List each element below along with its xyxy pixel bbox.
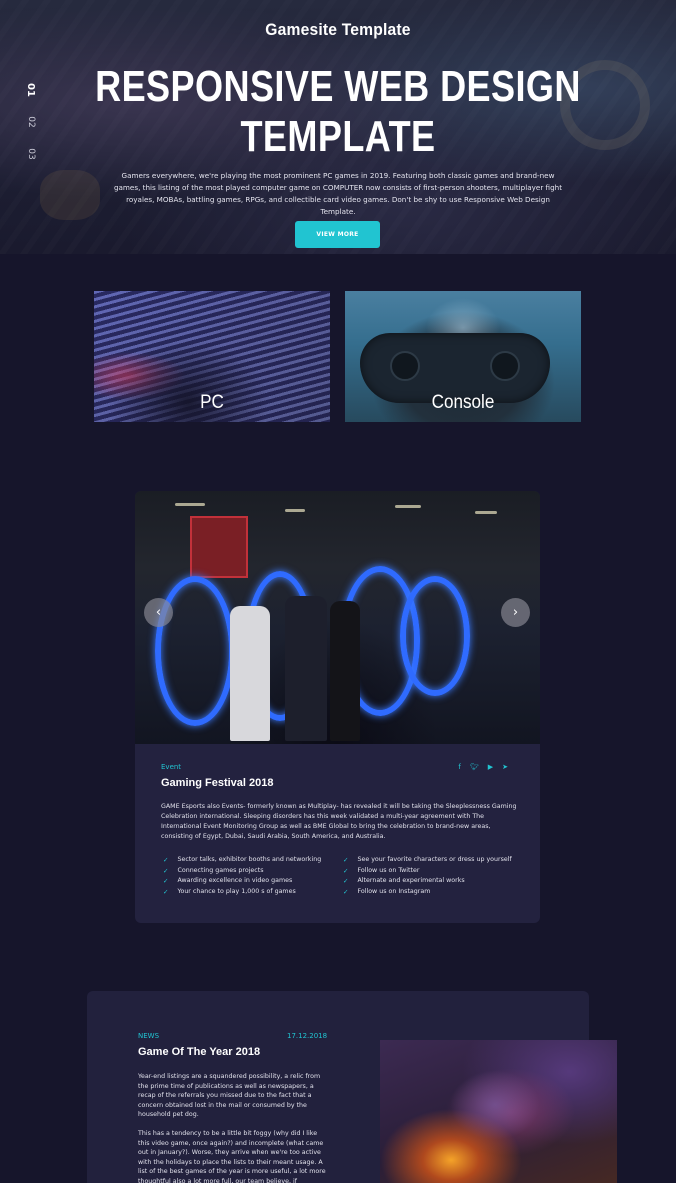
- event-category[interactable]: Event: [161, 763, 181, 771]
- chevron-right-icon: ›: [512, 605, 519, 620]
- news-paragraph: Year-end listings are a squandered possi…: [138, 1073, 321, 1119]
- news-date: 17.12.2018: [287, 1032, 328, 1040]
- slide-number-2[interactable]: 02: [20, 114, 36, 130]
- telegram-icon[interactable]: ➤: [502, 763, 508, 771]
- hero-heading-line2: TEMPLATE: [240, 112, 436, 161]
- event-features-left: ✓ Sector talks, exhibitor booths and netw…: [163, 855, 321, 898]
- list-item: ✓ See your favorite characters or dress u…: [343, 855, 512, 866]
- list-item-text: Your chance to play 1,000 s of games: [177, 888, 296, 896]
- twitter-icon[interactable]: 🐦︎: [470, 763, 479, 771]
- view-more-button[interactable]: VIEW MORE: [295, 221, 380, 248]
- person-figure: [285, 596, 327, 741]
- person-figure: [230, 606, 270, 741]
- event-card: ‹ › Event f 🐦︎ ▶ ➤ Gaming Festival 2018 …: [135, 491, 540, 923]
- check-icon: ✓: [343, 866, 349, 875]
- list-item: ✓ Sector talks, exhibitor booths and netw…: [163, 855, 321, 866]
- check-icon: ✓: [343, 888, 349, 897]
- red-sign: [190, 516, 248, 578]
- ceiling-light: [475, 511, 497, 514]
- news-paragraph: This has a tendency to be a little bit f…: [138, 1130, 326, 1183]
- check-icon: ✓: [163, 877, 169, 886]
- check-icon: ✓: [163, 888, 169, 897]
- list-item-text: Awarding excellence in video games: [177, 877, 293, 885]
- site-title[interactable]: Gamesite Template: [27, 20, 649, 40]
- social-links: f 🐦︎ ▶ ➤: [458, 763, 508, 771]
- list-item: ✓ Follow us on Instagram: [343, 887, 512, 898]
- list-item: ✓ Alternate and experimental works: [343, 876, 512, 887]
- ceiling-light: [285, 509, 305, 512]
- event-slider-image: ‹ ›: [135, 491, 540, 744]
- person-figure: [330, 601, 360, 741]
- event-features-right: ✓ See your favorite characters or dress u…: [343, 855, 512, 898]
- slider-prev-button[interactable]: ‹: [144, 598, 173, 627]
- list-item: ✓ Your chance to play 1,000 s of games: [163, 887, 321, 898]
- list-item-text: Alternate and experimental works: [357, 877, 465, 885]
- category-label: PC: [200, 392, 224, 413]
- hero-heading: RESPONSIVE WEB DESIGN TEMPLATE: [61, 62, 615, 162]
- list-item: ✓ Connecting games projects: [163, 866, 321, 877]
- hero-heading-line1: RESPONSIVE WEB DESIGN: [95, 62, 581, 111]
- check-icon: ✓: [343, 856, 349, 864]
- facebook-icon[interactable]: f: [458, 763, 460, 771]
- hero-background-art-detail: [40, 170, 100, 220]
- list-item-text: Follow us on Twitter: [357, 866, 420, 874]
- category-label: Console: [431, 392, 495, 413]
- ceiling-light: [175, 503, 205, 506]
- ceiling-light: [395, 505, 421, 508]
- list-item-text: Connecting games projects: [177, 866, 264, 874]
- news-category[interactable]: NEWS: [138, 1032, 159, 1040]
- event-title[interactable]: Gaming Festival 2018: [161, 777, 274, 789]
- check-icon: ✓: [163, 856, 169, 864]
- slide-number-1[interactable]: 01: [20, 82, 36, 98]
- event-description: GAME Esports also Events- formerly known…: [161, 803, 517, 840]
- slide-number-3[interactable]: 03: [20, 146, 36, 162]
- list-item-text: Sector talks, exhibitor booths and netwo…: [177, 856, 322, 863]
- slider-next-button[interactable]: ›: [501, 598, 530, 627]
- list-item: ✓ Awarding excellence in video games: [163, 876, 321, 887]
- list-item: ✓ Follow us on Twitter: [343, 866, 512, 877]
- list-item-text: See your favorite characters or dress up…: [357, 856, 512, 863]
- category-card-pc[interactable]: PC: [94, 291, 330, 422]
- news-title[interactable]: Game Of The Year 2018: [138, 1046, 260, 1058]
- slide-pagination: 01 02 03: [20, 82, 36, 178]
- hero-description: Gamers everywhere, we're playing the mos…: [113, 171, 563, 216]
- check-icon: ✓: [343, 877, 349, 886]
- category-card-console[interactable]: Console: [345, 291, 581, 422]
- neon-ring: [155, 576, 235, 726]
- list-item-text: Follow us on Instagram: [357, 888, 431, 896]
- youtube-icon[interactable]: ▶: [488, 763, 493, 771]
- chevron-left-icon: ‹: [155, 605, 162, 620]
- check-icon: ✓: [163, 866, 169, 875]
- hero-section: 01 02 03 Gamesite Template RESPONSIVE WE…: [0, 0, 676, 254]
- news-image: [380, 1040, 617, 1183]
- neon-ring: [400, 576, 470, 696]
